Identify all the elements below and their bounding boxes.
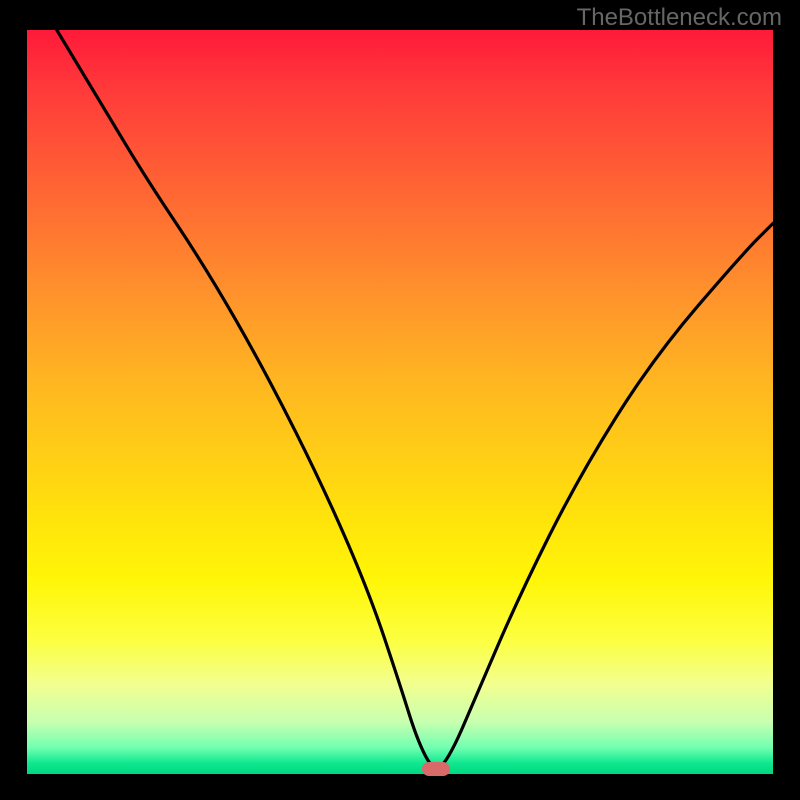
optimum-marker bbox=[422, 762, 450, 776]
curve-path bbox=[57, 30, 773, 768]
plot-area bbox=[27, 30, 773, 774]
watermark-text: TheBottleneck.com bbox=[577, 4, 782, 32]
chart-frame: TheBottleneck.com bbox=[0, 0, 800, 800]
bottleneck-curve bbox=[27, 30, 773, 774]
